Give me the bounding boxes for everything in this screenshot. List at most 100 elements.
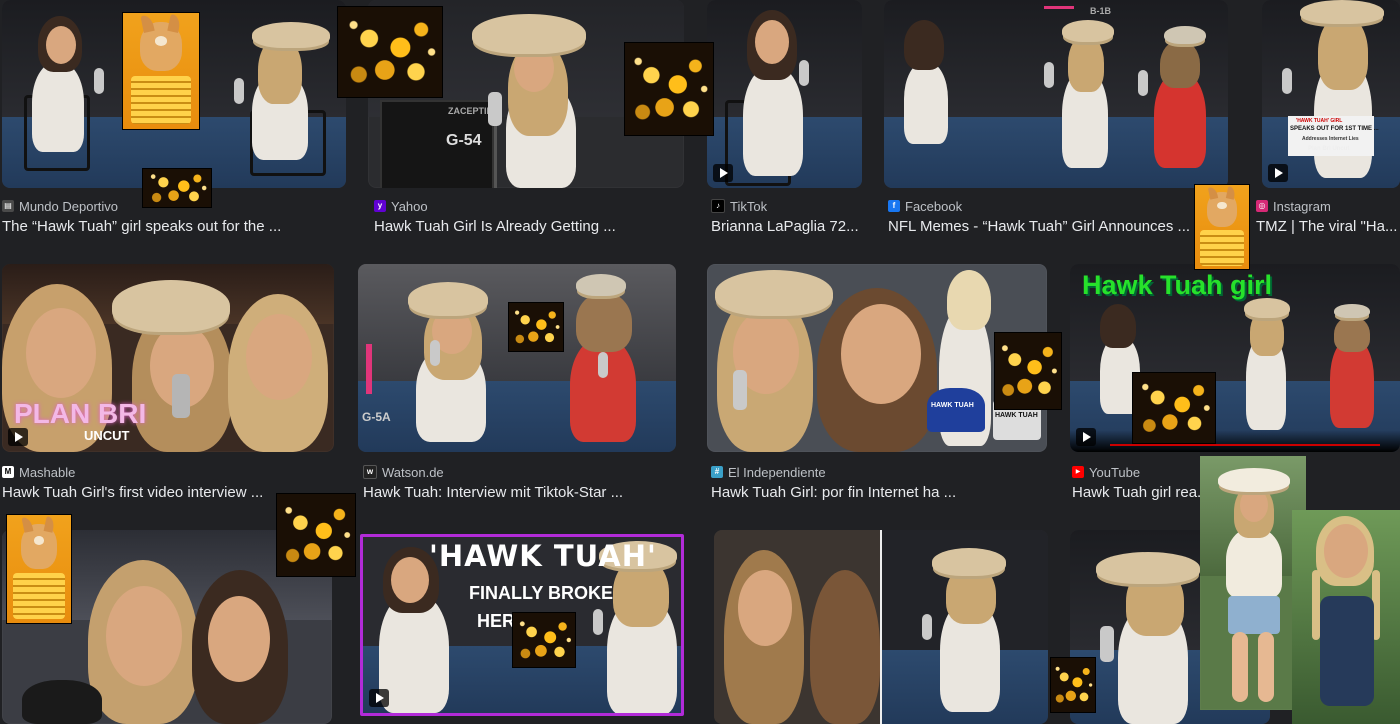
result-caption-5[interactable]: ◎ Instagram TMZ | The viral "Ha... [1256,198,1400,235]
finally-broke-text: FINALLY BROKE [469,583,614,603]
cowboy-hat [932,548,1006,576]
microphone [922,614,932,640]
denim-dress [1320,596,1374,706]
tiktok-favicon-icon: ♪ [711,199,725,213]
facebook-favicon-icon: f [888,200,900,212]
gold-coins-sticker-icon [337,6,443,98]
gold-coins-sticker-icon [276,493,356,577]
microphone [234,78,244,104]
leg [1232,632,1248,702]
microphone [488,92,502,126]
result-title[interactable]: Brianna LaPaglia 72... [711,218,866,235]
doge-coin-sticker-icon [1194,184,1250,270]
cap [1334,304,1370,318]
gold-coins-sticker-icon [994,332,1062,410]
hair [810,570,880,724]
plan-bri-watermark: Plan Bri Uncut [1308,146,1350,152]
result-caption-3[interactable]: ♪ TikTok Brianna LaPaglia 72... [711,198,866,235]
hair [1068,34,1104,92]
microphone [430,340,440,366]
result-title[interactable]: NFL Memes - “Hawk Tuah” Girl Announces .… [888,218,1192,235]
overlay-line-1: 'HAWK TUAH' GIRL [1296,118,1343,124]
face [246,314,312,400]
youtube-favicon-icon: ▶ [1072,466,1084,478]
image-result-4[interactable]: B-1B [884,0,1228,188]
image-result-6[interactable]: PLAN BRI UNCUT [2,264,334,452]
doge-coin-sticker-icon [6,514,72,624]
image-result-12[interactable] [714,530,1048,724]
hawk-tuah-green-headline: Hawk Tuah girl [1082,270,1273,300]
microphone [1100,626,1114,662]
result-caption-2[interactable]: y Yahoo Hawk Tuah Girl Is Already Gettin… [374,198,684,235]
overlay-photo-braids [1292,510,1400,724]
microphone [1044,62,1054,88]
result-title[interactable]: The “Hawk Tuah” girl speaks out for the … [2,218,346,235]
result-caption-4[interactable]: f Facebook NFL Memes - “Hawk Tuah” Girl … [888,198,1192,235]
hair [1100,304,1136,348]
result-title[interactable]: Hawk Tuah Girl Is Already Getting ... [374,218,684,235]
image-result-5[interactable]: 'HAWK TUAH' GIRL SPEAKS OUT FOR 1ST TIME… [1262,0,1400,188]
coin-stack [13,573,65,619]
result-title[interactable]: TMZ | The viral "Ha... [1256,218,1400,235]
result-source: ◎ Instagram [1256,198,1400,214]
cowboy-hat [472,14,586,54]
cowboy-hat [408,282,488,316]
cap [576,274,626,296]
hair [1160,40,1200,88]
case-label: G-5A [362,410,391,424]
face [391,557,429,603]
image-result-3[interactable] [707,0,862,188]
video-controls-bar [1070,430,1400,452]
braid [1312,570,1320,640]
instagram-favicon-icon: ◎ [1256,200,1268,212]
card-text: HAWK TUAH [995,412,1038,419]
person [22,680,102,724]
coin-stack [1200,230,1244,266]
gold-coins-sticker-icon [1132,372,1216,444]
uncut-label: UNCUT [84,428,130,443]
image-result-9[interactable]: Hawk Tuah girl [1070,264,1400,452]
overlay-line-3: Addresses Internet Lies [1302,136,1359,142]
source-label: Yahoo [391,198,428,214]
face [208,596,270,682]
result-source: ♪ TikTok [711,198,866,214]
cowboy-hat [1218,468,1290,492]
microphone [593,609,603,635]
face [1240,488,1268,522]
mundo-deportivo-favicon-icon: ▤ [2,200,14,212]
result-title[interactable]: Hawk Tuah: Interview mit Tiktok-Star ... [363,484,676,501]
face [106,586,182,686]
result-caption-7[interactable]: w Watson.de Hawk Tuah: Interview mit Tik… [363,464,676,501]
cowboy-hat [1096,552,1200,584]
cap-text: HAWK TUAH [931,402,974,409]
road-case: G-54 ZACEPTINA [380,100,500,188]
video-progress-bar [1110,444,1380,446]
microphone [172,374,190,418]
plan-bri-logo: PLAN BRI [14,398,147,429]
video-play-icon [8,428,28,446]
source-label: Mashable [19,464,76,480]
result-caption-8[interactable]: # El Independiente Hawk Tuah Girl: por f… [711,464,1047,501]
face [841,304,921,404]
person [32,62,84,152]
doge-head [139,22,183,71]
source-label: Instagram [1273,198,1331,214]
mic-stand [494,126,497,188]
source-label: Facebook [905,198,963,214]
result-title[interactable]: Hawk Tuah Girl: por fin Internet ha ... [711,484,1047,501]
room-label: B-1B [1090,6,1112,16]
gold-coins-sticker-icon [1050,657,1096,713]
source-label: El Independiente [728,464,826,480]
cowboy-hat [715,270,833,316]
cowboy-hat [1062,20,1114,42]
result-source: M Mashable [2,464,334,480]
source-label: Mundo Deportivo [19,198,118,214]
microphone [733,370,747,410]
hair [1318,14,1368,90]
cowboy-hat [252,22,330,48]
video-play-icon [713,164,733,182]
watson-favicon-icon: w [363,465,377,479]
source-label: Watson.de [382,464,444,480]
image-result-7[interactable]: G-5A [358,264,676,452]
microphone [94,68,104,94]
